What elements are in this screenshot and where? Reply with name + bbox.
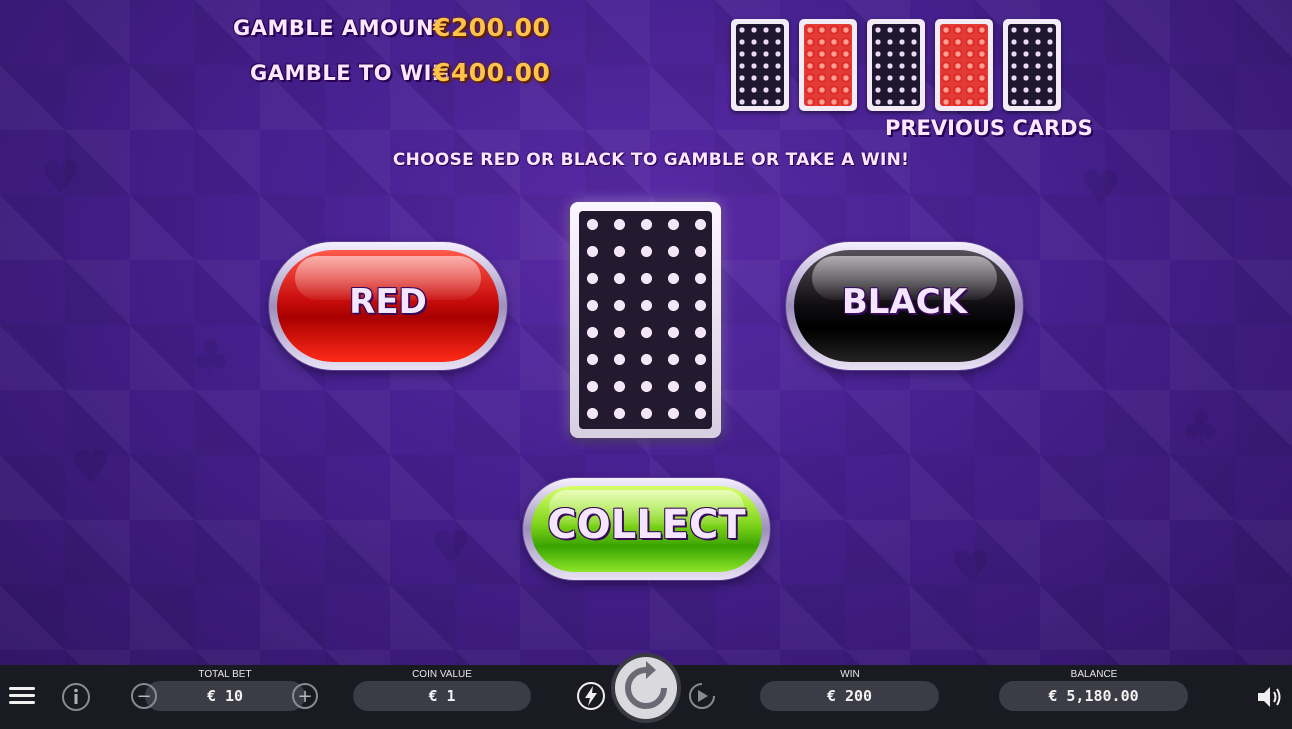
gamble-card bbox=[570, 202, 721, 438]
previous-cards-label: PREVIOUS CARDS bbox=[885, 116, 1093, 140]
gamble-to-win-value: €400.00 bbox=[433, 58, 551, 87]
plus-icon[interactable]: + bbox=[292, 683, 318, 709]
heart-pattern-icon: ♥ bbox=[950, 540, 992, 594]
gamble-to-win-label: GAMBLE TO WIN bbox=[250, 61, 450, 85]
balance-label: BALANCE bbox=[1070, 669, 1118, 680]
win-label: WIN bbox=[840, 669, 860, 680]
club-pattern-icon: ♣ bbox=[190, 330, 232, 384]
sound-icon[interactable] bbox=[1256, 685, 1284, 709]
heart-pattern-icon: ♥ bbox=[430, 520, 472, 574]
black-button-label: BLACK bbox=[841, 282, 968, 322]
club-pattern-icon: ♣ bbox=[1180, 400, 1222, 454]
bottom-bar: TOTAL BET € 10 − + COIN VALUE € 1 WIN € … bbox=[0, 653, 1292, 729]
previous-card-3 bbox=[867, 19, 925, 111]
previous-card-1 bbox=[731, 19, 789, 111]
heart-pattern-icon: ♥ bbox=[70, 440, 112, 494]
instruction-text: CHOOSE RED OR BLACK TO GAMBLE OR TAKE A … bbox=[392, 150, 910, 170]
autoplay-icon[interactable] bbox=[687, 681, 717, 711]
gamble-amount-label: GAMBLE AMOUNT bbox=[233, 16, 449, 40]
menu-icon[interactable] bbox=[9, 685, 35, 705]
win-value: € 200 bbox=[760, 681, 939, 711]
red-button-label: RED bbox=[349, 282, 427, 322]
collect-button-label: COLLECT bbox=[547, 502, 746, 548]
total-bet-label: TOTAL BET bbox=[198, 669, 252, 680]
previous-card-4 bbox=[935, 19, 993, 111]
balance-value: € 5,180.00 bbox=[999, 681, 1188, 711]
game-stage: ♥ ♣ ♥ ♥ ♣ ♥ ♥ GAMBLE AMOUNT €200.00 GAMB… bbox=[0, 0, 1292, 665]
total-bet-value: € 10 bbox=[145, 681, 305, 711]
collect-button[interactable]: COLLECT bbox=[523, 478, 770, 580]
previous-card-5 bbox=[1003, 19, 1061, 111]
red-button[interactable]: RED bbox=[269, 242, 507, 370]
turbo-icon[interactable] bbox=[576, 681, 606, 711]
gamble-amount-value: €200.00 bbox=[433, 13, 551, 42]
minus-icon[interactable]: − bbox=[131, 683, 157, 709]
previous-card-2 bbox=[799, 19, 857, 111]
spin-icon[interactable] bbox=[610, 652, 682, 724]
coin-value-label: COIN VALUE bbox=[412, 669, 472, 680]
coin-value-field[interactable]: € 1 bbox=[353, 681, 531, 711]
info-icon[interactable] bbox=[61, 682, 91, 712]
black-button[interactable]: BLACK bbox=[786, 242, 1023, 370]
